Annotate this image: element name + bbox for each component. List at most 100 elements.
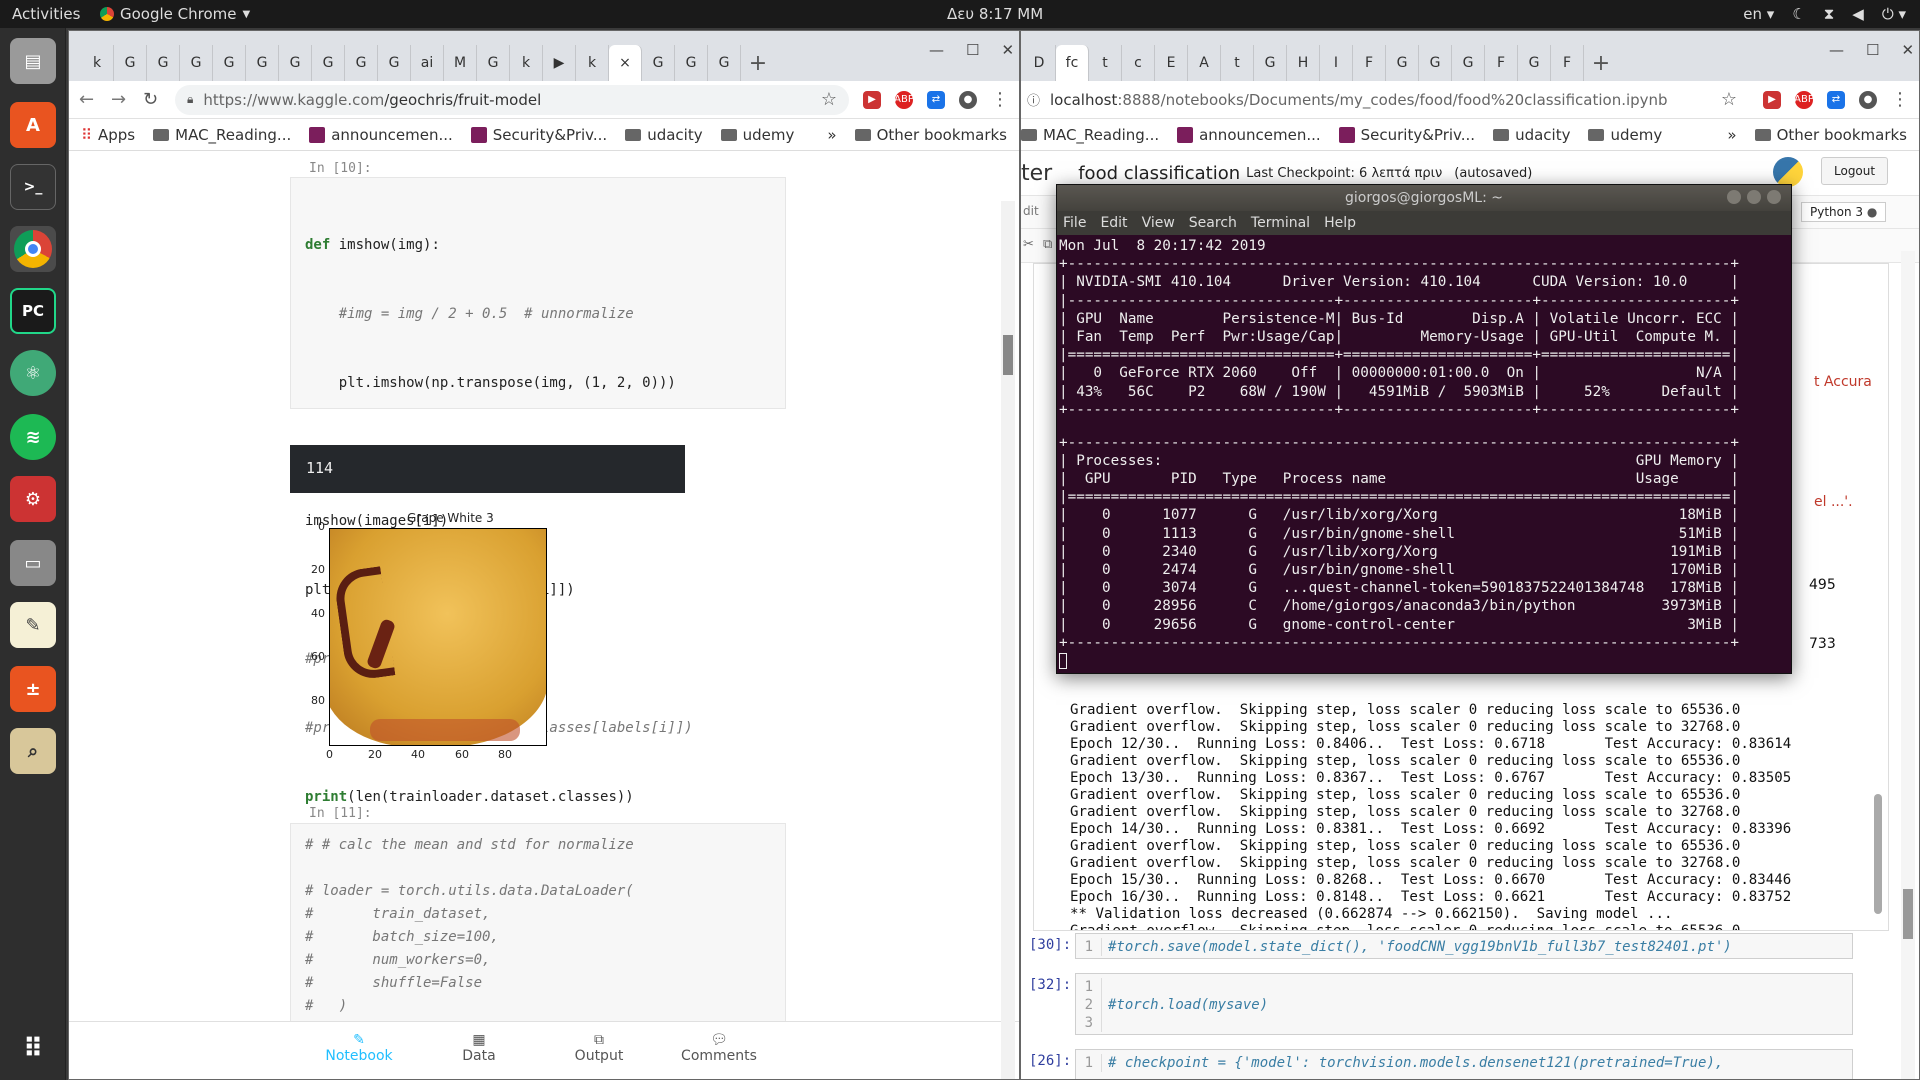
browser-tab[interactable]: ▶ <box>543 45 576 81</box>
browser-tab[interactable]: F <box>1551 45 1584 81</box>
terminal-menu-item[interactable]: Search <box>1189 215 1237 231</box>
bookmark-item[interactable]: Other bookmarks <box>854 126 1007 144</box>
calculator-icon[interactable]: ± <box>10 666 56 712</box>
edit-menu[interactable]: dit <box>1023 204 1039 218</box>
address-bar[interactable]: 🔒︎ https://www.kaggle.com/geochris/fruit… <box>175 84 849 115</box>
browser-tab[interactable]: G <box>213 45 246 81</box>
cut-icon[interactable]: ✂ <box>1023 237 1034 252</box>
star-icon[interactable]: ☆ <box>821 89 837 110</box>
browser-tab[interactable]: t <box>1089 45 1122 81</box>
browser-tab[interactable]: × <box>609 45 642 81</box>
browser-tab[interactable]: k <box>576 45 609 81</box>
bookmark-item[interactable]: udemy <box>1588 126 1662 144</box>
bookmark-item[interactable]: udemy <box>720 126 794 144</box>
page-scrollbar[interactable] <box>1901 251 1915 1079</box>
maximize-icon[interactable]: ☐ <box>966 41 979 59</box>
extension-icon[interactable]: ⇄ <box>927 90 945 109</box>
chrome-dock-icon[interactable] <box>10 226 56 272</box>
bookmark-item[interactable]: » <box>827 126 836 144</box>
terminal-menu-item[interactable]: Help <box>1324 215 1356 231</box>
disk-icon[interactable]: ▭ <box>10 540 56 586</box>
browser-tab[interactable]: ai <box>411 45 444 81</box>
network-icon[interactable]: ⧗ <box>1824 5 1835 23</box>
reload-icon[interactable]: ↻ <box>143 89 161 110</box>
tab-comments[interactable]: 💬︎ Comments <box>659 1022 779 1079</box>
browser-tab[interactable]: fc <box>1056 45 1089 81</box>
browser-tab[interactable]: G <box>675 45 708 81</box>
browser-tab[interactable]: G <box>114 45 147 81</box>
code-cell-11[interactable]: # # calc the mean and std for normalize #… <box>290 823 786 1031</box>
browser-tab[interactable]: k <box>510 45 543 81</box>
bookmark-item[interactable]: Security&Priv... <box>1338 126 1475 144</box>
browser-tab[interactable]: G <box>1452 45 1485 81</box>
bookmark-item[interactable]: announcemen... <box>309 126 453 144</box>
close-icon[interactable]: ✕ <box>1901 41 1914 59</box>
adblock-icon[interactable]: ABP <box>1794 90 1814 109</box>
adblock-icon[interactable]: ABP <box>894 90 914 109</box>
tab-output[interactable]: ⧉ Output <box>539 1022 659 1079</box>
star-icon[interactable]: ☆ <box>1721 89 1737 110</box>
app-menu[interactable]: Google Chrome ▼ <box>100 5 250 23</box>
power-icon[interactable]: ⏻ ▾ <box>1882 5 1906 23</box>
new-tab-button[interactable]: + <box>1584 45 1618 81</box>
clock[interactable]: Δευ 8:17 ΜΜ <box>947 5 1043 23</box>
browser-tab[interactable]: G <box>477 45 510 81</box>
browser-tab[interactable]: H <box>1287 45 1320 81</box>
atom-icon[interactable]: ⚛ <box>10 350 56 396</box>
bookmark-item[interactable]: udacity <box>1493 126 1570 144</box>
files-icon[interactable]: ▤ <box>10 38 56 84</box>
new-tab-button[interactable]: + <box>741 45 775 81</box>
bookmark-item[interactable]: MAC_Reading... <box>153 126 291 144</box>
scrollbar[interactable] <box>1001 201 1015 1079</box>
activities-button[interactable]: Activities <box>12 5 80 23</box>
language-indicator[interactable]: en ▾ <box>1743 5 1774 23</box>
browser-tab[interactable]: F <box>1353 45 1386 81</box>
terminal-menu-item[interactable]: View <box>1142 215 1175 231</box>
menu-icon[interactable]: ⋮ <box>1891 89 1909 110</box>
browser-tab[interactable]: t <box>1221 45 1254 81</box>
notebook-title[interactable]: food classification <box>1078 163 1240 184</box>
terminal-icon[interactable]: >_ <box>10 164 56 210</box>
software-center-icon[interactable]: A <box>10 102 56 148</box>
minimize-icon[interactable]: — <box>929 41 944 59</box>
profile-icon[interactable]: ● <box>1859 90 1877 109</box>
close-icon[interactable]: ✕ <box>1001 41 1014 59</box>
browser-tab[interactable]: D <box>1023 45 1056 81</box>
text-editor-icon[interactable]: ✎ <box>10 602 56 648</box>
address-bar[interactable]: ⓘ localhost:8888/notebooks/Documents/my_… <box>1023 84 1749 115</box>
browser-tab[interactable]: G <box>312 45 345 81</box>
code-cell-30[interactable]: 1 #torch.save(model.state_dict(), 'foodCN… <box>1075 933 1853 959</box>
browser-tab[interactable]: F <box>1485 45 1518 81</box>
profile-icon[interactable]: ● <box>959 90 977 109</box>
browser-tab[interactable]: G <box>642 45 675 81</box>
minimize-icon[interactable]: — <box>1829 41 1844 59</box>
extension-icon[interactable]: ▶ <box>1763 90 1781 109</box>
screenshot-icon[interactable]: ⌕ <box>10 728 56 774</box>
browser-tab[interactable]: I <box>1320 45 1353 81</box>
terminal-output[interactable]: Mon Jul 8 20:17:42 2019 +----------------… <box>1057 235 1791 671</box>
show-apps-icon[interactable]: ⠿ <box>10 1026 56 1072</box>
volume-icon[interactable]: ◀ <box>1852 5 1864 23</box>
bookmark-item[interactable]: » <box>1727 126 1736 144</box>
browser-tab[interactable]: G <box>345 45 378 81</box>
tab-notebook[interactable]: ✎ Notebook <box>299 1022 419 1079</box>
bookmark-item[interactable]: MAC_Reading... <box>1021 126 1159 144</box>
maximize-icon[interactable]: ☐ <box>1866 41 1879 59</box>
settings-icon[interactable]: ⚙ <box>10 476 56 522</box>
browser-tab[interactable]: G <box>708 45 741 81</box>
browser-tab[interactable]: E <box>1155 45 1188 81</box>
code-cell-32[interactable]: 1 2 #torch.load(mysave) 3 <box>1075 973 1853 1035</box>
code-cell-26[interactable]: 1 # checkpoint = {'model': torchvision.mo… <box>1075 1049 1853 1079</box>
browser-tab[interactable]: G <box>1254 45 1287 81</box>
bookmark-item[interactable]: Security&Priv... <box>470 126 607 144</box>
terminal-menu-item[interactable]: Terminal <box>1251 215 1310 231</box>
browser-tab[interactable]: G <box>1419 45 1452 81</box>
tab-data[interactable]: ▦ Data <box>419 1022 539 1079</box>
terminal-menu-item[interactable]: Edit <box>1100 215 1127 231</box>
browser-tab[interactable]: c <box>1122 45 1155 81</box>
extension-icon[interactable]: ▶ <box>863 90 881 109</box>
browser-tab[interactable]: G <box>279 45 312 81</box>
code-cell-10[interactable]: def imshow(img): #img = img / 2 + 0.5 # … <box>290 177 786 805</box>
bookmark-item[interactable]: Other bookmarks <box>1754 126 1907 144</box>
browser-tab[interactable]: k <box>81 45 114 81</box>
